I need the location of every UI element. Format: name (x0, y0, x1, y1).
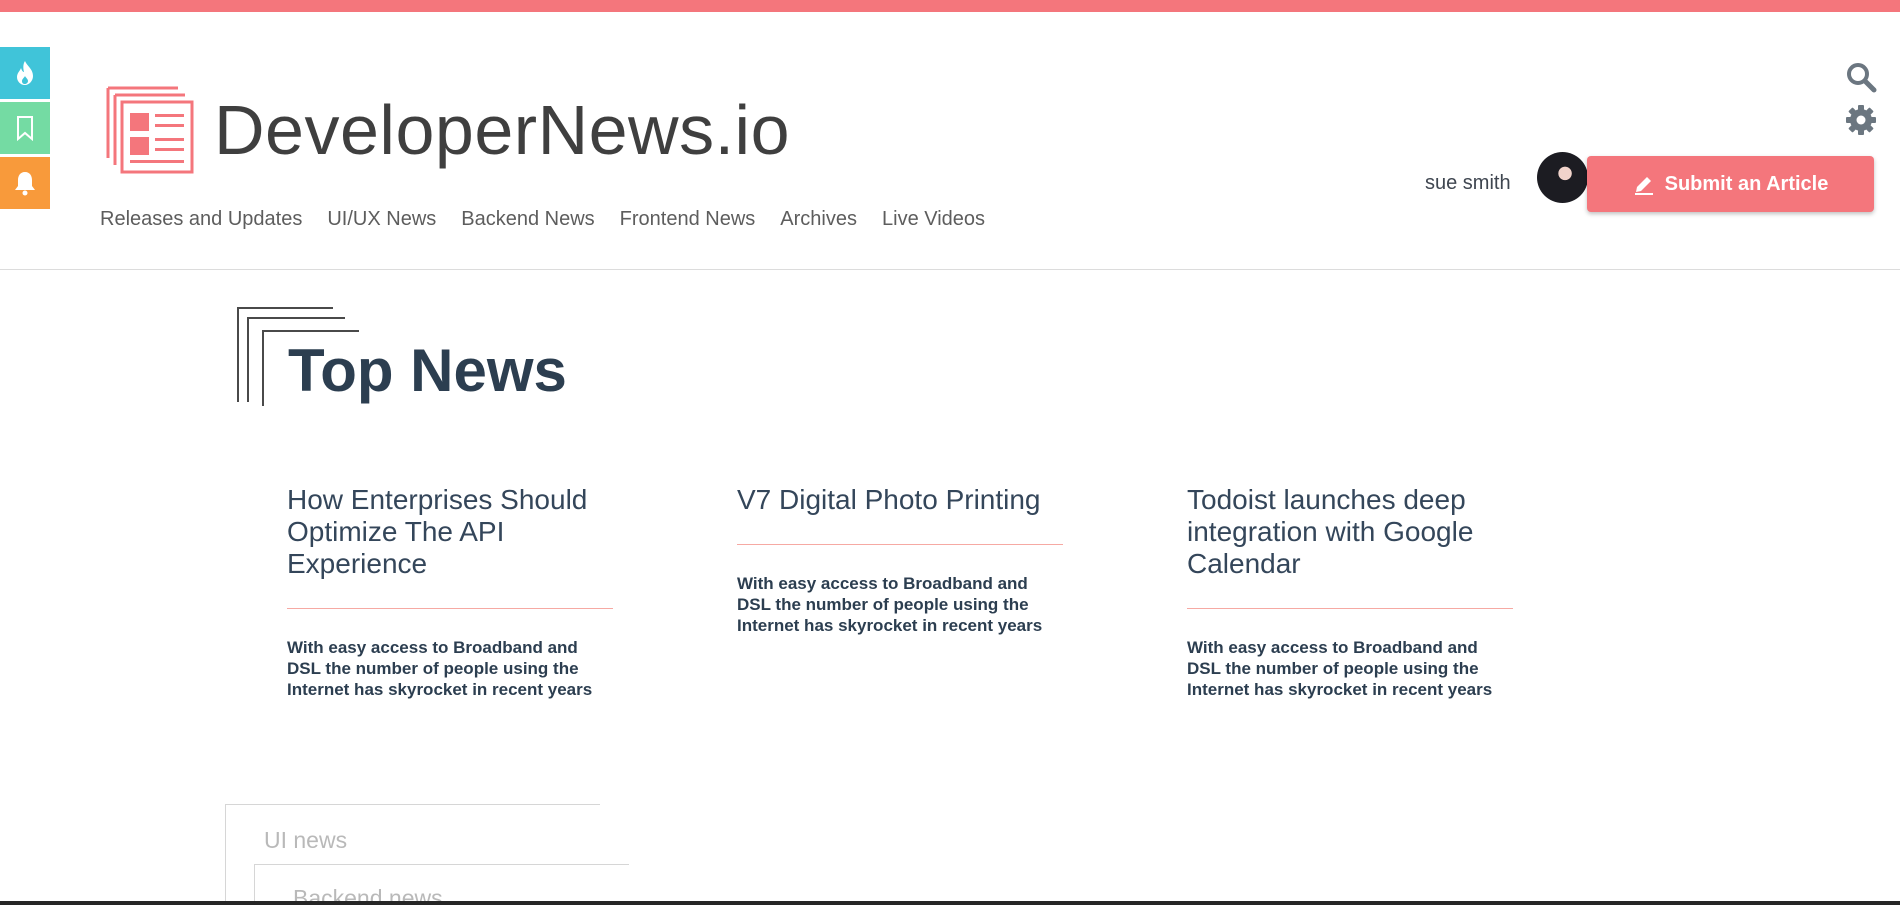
article-summary: With easy access to Broadband and DSL th… (737, 574, 1043, 635)
search-icon[interactable] (1844, 60, 1878, 94)
divider (287, 608, 613, 609)
article-summary: With easy access to Broadband and DSL th… (1187, 638, 1493, 699)
article-card[interactable]: How Enterprises Should Optimize The API … (287, 484, 613, 700)
bottom-edge (0, 901, 1900, 905)
article-title[interactable]: V7 Digital Photo Printing (737, 484, 1063, 516)
nav-item-backend[interactable]: Backend News (461, 208, 594, 231)
divider (737, 544, 1063, 545)
side-rail (0, 47, 50, 212)
article-card[interactable]: V7 Digital Photo Printing With easy acce… (737, 484, 1063, 636)
article-title[interactable]: How Enterprises Should Optimize The API … (287, 484, 613, 580)
header-tools (1844, 60, 1878, 146)
nav-item-releases[interactable]: Releases and Updates (100, 208, 302, 231)
submit-article-button[interactable]: Submit an Article (1587, 156, 1874, 212)
trending-button[interactable] (0, 47, 50, 99)
top-accent-bar (0, 0, 1900, 12)
pencil-icon (1634, 177, 1653, 195)
notifications-button[interactable] (0, 157, 50, 209)
nav-item-archives[interactable]: Archives (780, 208, 857, 231)
bookmark-icon (17, 116, 33, 141)
divider (1187, 608, 1513, 609)
submit-article-label: Submit an Article (1664, 172, 1829, 195)
brand[interactable]: DeveloperNews.io (104, 84, 790, 176)
avatar[interactable] (1537, 152, 1588, 203)
main-nav: Releases and Updates UI/UX News Backend … (100, 208, 1010, 231)
newspaper-logo-icon (106, 86, 194, 174)
nav-item-uiux[interactable]: UI/UX News (327, 208, 436, 231)
flame-icon (17, 61, 33, 85)
gear-icon[interactable] (1844, 103, 1878, 137)
user-name[interactable]: sue smith (1425, 172, 1511, 195)
brand-name: DeveloperNews.io (214, 91, 791, 169)
article-card[interactable]: Todoist launches deep integration with G… (1187, 484, 1513, 700)
article-summary: With easy access to Broadband and DSL th… (287, 638, 593, 699)
nav-item-live-videos[interactable]: Live Videos (882, 208, 985, 231)
site-header: DeveloperNews.io Releases and Updates UI… (0, 12, 1900, 270)
bell-icon (15, 172, 35, 196)
article-title[interactable]: Todoist launches deep integration with G… (1187, 484, 1513, 580)
category-card-backend-news[interactable]: Backend news (254, 864, 629, 905)
bookmarks-button[interactable] (0, 102, 50, 154)
nav-item-frontend[interactable]: Frontend News (620, 208, 756, 231)
section-title: Top News (288, 337, 567, 404)
category-card-label: UI news (264, 827, 348, 853)
